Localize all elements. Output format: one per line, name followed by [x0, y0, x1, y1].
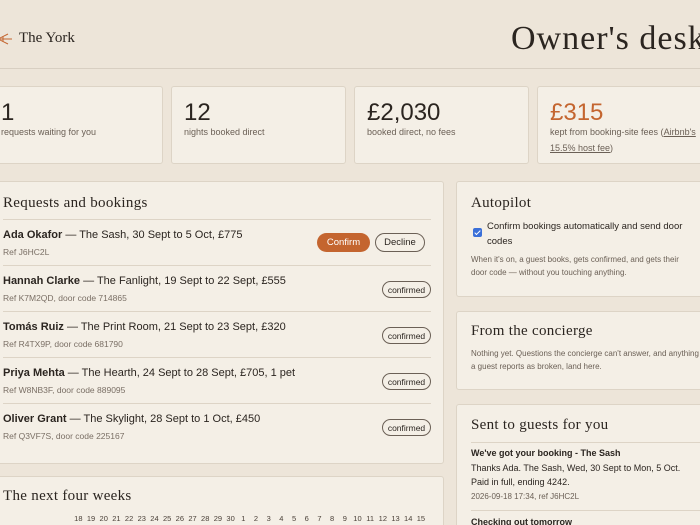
autopilot-description: When it's on, a guest books, gets confir… [471, 255, 679, 277]
concierge-title: From the concierge [471, 323, 593, 339]
booking-ref: Ref K7M2QD, door code 714865 [3, 293, 127, 303]
decline-button[interactable]: Decline [375, 233, 425, 252]
booking-details: — The Skylight, 28 Sept to 1 Oct, £450 [66, 413, 261, 425]
sent-messages-title: Sent to guests for you [471, 417, 609, 433]
stat-value: 1 [1, 99, 15, 126]
bookings-panel: Requests and bookings Ada Okafor — The S… [0, 181, 444, 464]
confirm-button[interactable]: Confirm [317, 233, 370, 252]
status-badge: confirmed [382, 327, 431, 344]
message-body: Thanks Ada. The Sash, Wed, 30 Sept to Mo… [471, 463, 681, 487]
booking-row: Oliver Grant — The Skylight, 28 Sept to … [3, 403, 431, 449]
stat-label: booked direct, no fees [367, 127, 456, 137]
guest-name: Tomás Ruiz [3, 321, 64, 333]
booking-summary: Tomás Ruiz — The Print Room, 21 Sept to … [3, 321, 286, 333]
autopilot-title: Autopilot [471, 195, 532, 211]
page-title: Owner's desk [511, 20, 700, 57]
calendar-title: The next four weeks [3, 488, 132, 504]
booking-ref: Ref W8NB3F, door code 889095 [3, 385, 126, 395]
header: The York Owner's desk [0, 0, 700, 69]
logo-mark-icon [0, 33, 12, 44]
calendar-day-label: 15 [416, 514, 426, 523]
stat-label: nights booked direct [184, 127, 265, 137]
calendar-day-label: 18 [74, 514, 83, 523]
status-badge: confirmed [382, 419, 431, 436]
stat-label-prefix: kept from booking-site fees ( [550, 127, 664, 137]
calendar-day-label: 29 [213, 514, 223, 523]
stat-card-requests: 1 requests waiting for you [0, 86, 163, 164]
booking-row: Hannah Clarke — The Fanlight, 19 Sept to… [3, 265, 431, 311]
booking-row: Ada Okafor — The Sash, 30 Sept to 5 Oct,… [3, 219, 431, 265]
message-subject: Checking out tomorrow [471, 517, 572, 525]
booking-row: Priya Mehta — The Hearth, 24 Sept to 28 … [3, 357, 431, 403]
divider [471, 442, 700, 443]
autopilot-panel: Autopilot Confirm bookings automatically… [456, 181, 700, 297]
calendar-day-label: 14 [404, 514, 413, 523]
autopilot-checkbox-label[interactable]: Confirm bookings automatically and send … [487, 219, 697, 249]
booking-ref: Ref Q3VF7S, door code 225167 [3, 431, 125, 441]
stat-card-nights: 12 nights booked direct [171, 86, 346, 164]
calendar-day-header: 18 19 20 21 22 23 24 25 26 27 28 29 30 1 2 3 4 5 6 7 8 9 10 11 1… [72, 514, 427, 523]
stat-card-fees-kept: £315 kept from booking-site fees (Airbnb… [537, 86, 700, 164]
calendar-day-label: 22 [124, 514, 134, 523]
calendar-day-label: 12 [378, 514, 388, 523]
calendar-day-label: 24 [150, 514, 159, 523]
calendar-day-label: 19 [86, 514, 96, 523]
stat-card-booked-direct: £2,030 booked direct, no fees [354, 86, 529, 164]
status-badge: confirmed [382, 373, 431, 390]
guest-name: Ada Okafor [3, 229, 63, 241]
booking-summary: Hannah Clarke — The Fanlight, 19 Sept to… [3, 275, 286, 287]
calendar-day-label: 30 [226, 514, 235, 523]
calendar-day-label: 25 [162, 514, 172, 523]
booking-summary: Ada Okafor — The Sash, 30 Sept to 5 Oct,… [3, 229, 242, 241]
stat-label: requests waiting for you [1, 127, 97, 137]
calendar-day-label: 5 [291, 514, 297, 523]
booking-details: — The Fanlight, 19 Sept to 22 Sept, £555 [80, 275, 286, 287]
calendar-day-label: 13 [391, 514, 400, 523]
calendar-day-label: 28 [201, 514, 210, 523]
bookings-title: Requests and bookings [3, 195, 148, 211]
stat-label: kept from booking-site fees (Airbnb's 15… [550, 124, 700, 156]
calendar-day-label: 6 [304, 514, 309, 523]
calendar-day-label: 20 [99, 514, 108, 523]
calendar-day-label: 21 [112, 514, 121, 523]
message-meta: 2026-09-18 17:34, ref J6HC2L [471, 492, 580, 501]
calendar-day-label: 3 [266, 514, 271, 523]
calendar-day-label: 1 [241, 514, 246, 523]
calendar-day-label: 9 [342, 514, 347, 523]
status-badge: confirmed [382, 281, 431, 298]
concierge-panel: From the concierge Nothing yet. Question… [456, 311, 700, 390]
booking-summary: Oliver Grant — The Skylight, 28 Sept to … [3, 413, 260, 425]
guest-name: Priya Mehta [3, 367, 65, 379]
booking-summary: Priya Mehta — The Hearth, 24 Sept to 28 … [3, 367, 295, 379]
booking-details: — The Sash, 30 Sept to 5 Oct, £775 [62, 229, 243, 241]
stat-label-suffix: ) [610, 143, 614, 153]
calendar-day-label: 27 [188, 514, 197, 523]
stat-value: £315 [550, 99, 604, 126]
calendar-day-label: 11 [366, 514, 375, 523]
booking-ref: Ref R4TX9P, door code 681790 [3, 339, 123, 349]
brand-name: The York [19, 30, 75, 46]
calendar-day-label: 2 [253, 514, 259, 523]
guest-name: Oliver Grant [3, 413, 67, 425]
booking-ref: Ref J6HC2L [3, 247, 50, 257]
divider [471, 510, 700, 511]
booking-details: — The Hearth, 24 Sept to 28 Sept, £705, … [64, 367, 296, 379]
guest-name: Hannah Clarke [3, 275, 81, 287]
message-subject: We've got your booking - The Sash [471, 448, 621, 458]
sent-messages-panel: Sent to guests for you We've got your bo… [456, 404, 700, 525]
concierge-description: Nothing yet. Questions the concierge can… [471, 349, 699, 371]
calendar-day-label: 7 [317, 514, 322, 523]
autopilot-checkbox[interactable] [473, 228, 482, 237]
booking-details: — The Print Room, 21 Sept to 23 Sept, £3… [63, 321, 286, 333]
stat-value: £2,030 [367, 99, 441, 126]
stat-value: 12 [184, 99, 211, 126]
calendar-day-label: 4 [279, 514, 284, 523]
brand-logo[interactable]: The York [0, 30, 75, 47]
calendar-day-label: 10 [353, 514, 362, 523]
booking-row: Tomás Ruiz — The Print Room, 21 Sept to … [3, 311, 431, 357]
calendar-day-label: 23 [137, 514, 146, 523]
calendar-day-label: 26 [175, 514, 185, 523]
calendar-day-label: 8 [330, 514, 335, 523]
